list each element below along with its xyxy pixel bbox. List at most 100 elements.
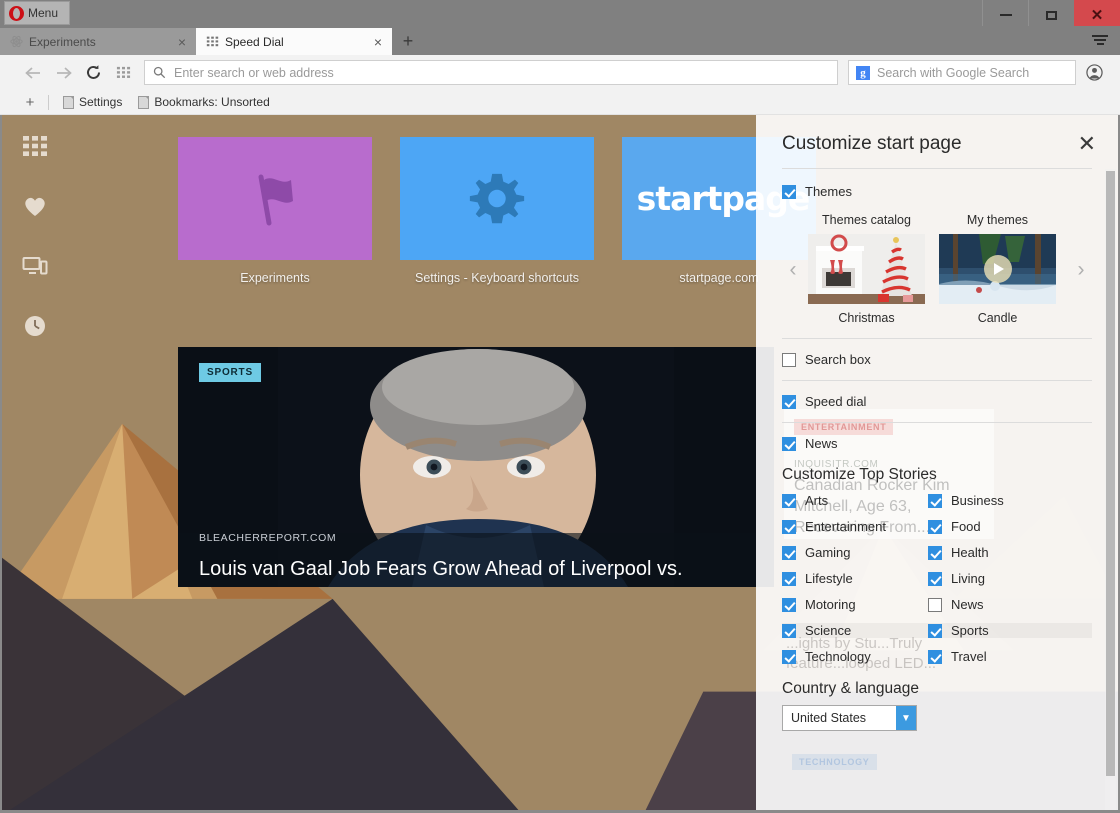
atom-icon — [10, 35, 23, 48]
back-button[interactable] — [18, 58, 48, 88]
theme-name: Candle — [977, 311, 1018, 325]
bookmark-settings[interactable]: Settings — [55, 95, 130, 109]
category-business[interactable]: Business — [928, 493, 1092, 508]
my-themes-tab[interactable]: My themes — [939, 213, 1056, 227]
category-checkbox[interactable] — [928, 545, 942, 560]
speed-dial-button[interactable] — [108, 58, 138, 88]
sidebar-item-speed-dial[interactable] — [22, 133, 48, 159]
category-sports[interactable]: Sports — [928, 623, 1092, 638]
category-label: Health — [951, 545, 989, 560]
category-checkbox[interactable] — [928, 623, 942, 638]
profile-button[interactable] — [1080, 58, 1108, 88]
theme-item-candle[interactable]: My themes Candle — [939, 213, 1056, 325]
panel-body: Themes ‹ Themes catalog Christmas My the… — [756, 184, 1108, 325]
category-lifestyle[interactable]: Lifestyle — [782, 571, 928, 586]
sidebar-item-history[interactable] — [22, 313, 48, 339]
panel-scrollbar[interactable] — [1105, 169, 1116, 810]
christmas-theme-thumbnail[interactable] — [808, 234, 925, 304]
category-checkbox[interactable] — [782, 623, 796, 638]
category-living[interactable]: Living — [928, 571, 1092, 586]
carousel-prev-button[interactable]: ‹ — [782, 259, 804, 280]
themes-catalog-tab[interactable]: Themes catalog — [808, 213, 925, 227]
speed-dial-tile-experiments[interactable]: Experiments — [178, 137, 372, 285]
tab-menu-icon[interactable] — [1086, 28, 1114, 52]
chevron-down-icon[interactable]: ▼ — [896, 706, 916, 730]
category-label: Travel — [951, 649, 987, 664]
themes-toggle-row[interactable]: Themes — [782, 184, 1092, 199]
news-toggle-row[interactable]: News — [756, 436, 1108, 451]
category-news[interactable]: News — [928, 597, 1092, 612]
search-box-checkbox[interactable] — [782, 352, 796, 367]
sidebar-item-my-flow[interactable] — [22, 253, 48, 279]
category-checkbox[interactable] — [928, 571, 942, 586]
sidebar-rail — [2, 115, 68, 810]
carousel-next-button[interactable]: › — [1070, 259, 1092, 280]
search-bar[interactable]: g Search with Google Search — [848, 60, 1076, 85]
category-food[interactable]: Food — [928, 519, 1092, 534]
category-gaming[interactable]: Gaming — [782, 545, 928, 560]
speed-dial-toggle-row[interactable]: Speed dial — [756, 394, 1108, 409]
category-checkbox[interactable] — [782, 519, 796, 534]
category-checkbox[interactable] — [928, 493, 942, 508]
speed-dial-tile-settings[interactable]: Settings - Keyboard shortcuts — [400, 137, 594, 285]
sidebar-item-bookmarks[interactable] — [22, 193, 48, 219]
document-icon — [63, 95, 74, 109]
category-checkbox[interactable] — [782, 493, 796, 508]
theme-item-christmas[interactable]: Themes catalog Christmas — [808, 213, 925, 325]
tab-speed-dial[interactable]: Speed Dial × — [196, 28, 392, 55]
themes-checkbox[interactable] — [782, 184, 796, 199]
category-label: Motoring — [805, 597, 856, 612]
opera-logo-icon — [9, 5, 24, 21]
address-bar[interactable]: Enter search or web address — [144, 60, 838, 85]
menu-button[interactable]: Menu — [4, 1, 70, 25]
category-travel[interactable]: Travel — [928, 649, 1092, 664]
news-checkbox[interactable] — [782, 436, 796, 451]
panel-close-button[interactable]: ✕ — [1078, 133, 1096, 155]
add-bookmark-button[interactable]: + — [18, 94, 42, 111]
title-bar: Menu ✕ — [0, 0, 1120, 30]
news-card[interactable]: SPORTS BLEACHERREPORT.COM Louis van Gaal… — [178, 347, 774, 587]
category-checkbox[interactable] — [782, 571, 796, 586]
candle-theme-thumbnail[interactable] — [939, 234, 1056, 304]
tab-close-button[interactable]: × — [176, 35, 188, 49]
panel-scrollbar-thumb[interactable] — [1106, 171, 1115, 776]
section-divider — [782, 338, 1092, 339]
grid-icon — [206, 36, 219, 47]
tab-experiments[interactable]: Experiments × — [0, 28, 196, 55]
category-checkbox[interactable] — [928, 519, 942, 534]
category-checkbox[interactable] — [782, 597, 796, 612]
speed-dial-grid-icon — [116, 66, 130, 78]
category-label: Lifestyle — [805, 571, 853, 586]
category-checkbox[interactable] — [928, 649, 942, 664]
bookmarks-divider — [48, 94, 49, 110]
news-photo — [178, 347, 774, 587]
tab-title: Speed Dial — [225, 34, 284, 49]
browser-window: Menu ✕ Experiments × Speed Dial × + Ente… — [0, 0, 1120, 813]
category-checkbox-grid: Arts Business Entertainment Food Gaming … — [782, 493, 1092, 664]
category-checkbox[interactable] — [782, 649, 796, 664]
reload-icon — [86, 65, 100, 79]
category-motoring[interactable]: Motoring — [782, 597, 928, 612]
play-icon[interactable] — [983, 255, 1012, 283]
category-science[interactable]: Science — [782, 623, 928, 638]
tab-strip: Experiments × Speed Dial × + — [0, 26, 1120, 55]
forward-button[interactable] — [48, 58, 78, 88]
tab-close-button[interactable]: × — [372, 35, 384, 49]
category-health[interactable]: Health — [928, 545, 1092, 560]
category-label: Business — [951, 493, 1004, 508]
category-technology[interactable]: Technology — [782, 649, 928, 664]
page-content: Experiments Settings - Keyboard shortcut… — [0, 115, 1120, 813]
country-select[interactable]: United States ▼ — [782, 705, 917, 731]
category-arts[interactable]: Arts — [782, 493, 928, 508]
category-label: Sports — [951, 623, 989, 638]
category-label: Gaming — [805, 545, 851, 560]
reload-button[interactable] — [78, 58, 108, 88]
category-entertainment[interactable]: Entertainment — [782, 519, 928, 534]
google-search-icon: g — [856, 65, 870, 80]
new-tab-button[interactable]: + — [392, 28, 424, 55]
bookmark-unsorted[interactable]: Bookmarks: Unsorted — [130, 95, 277, 109]
search-box-toggle-row[interactable]: Search box — [756, 352, 1108, 367]
category-checkbox[interactable] — [928, 597, 942, 612]
speed-dial-checkbox[interactable] — [782, 394, 796, 409]
category-checkbox[interactable] — [782, 545, 796, 560]
